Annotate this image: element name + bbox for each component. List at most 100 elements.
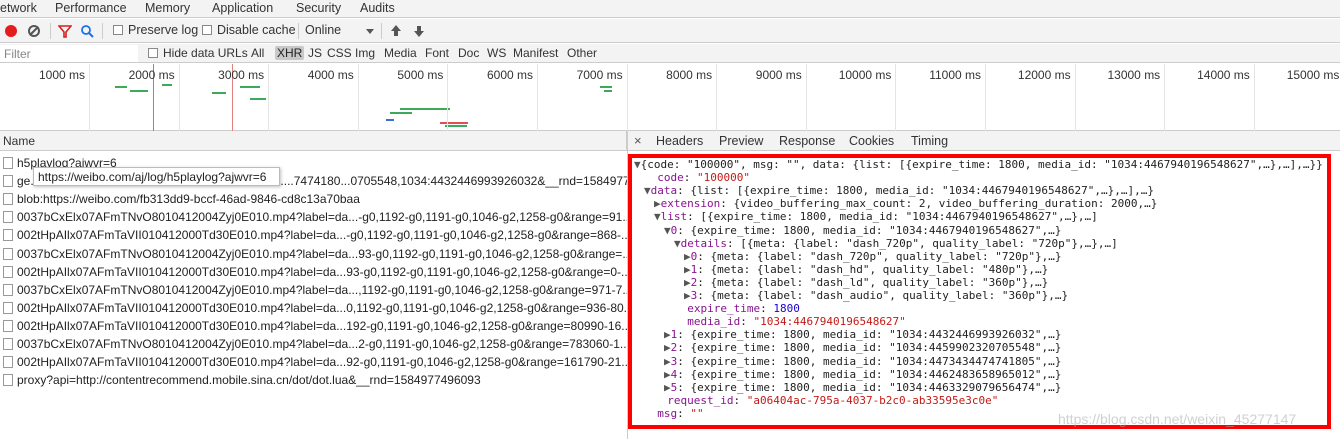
collapsed-triangle-icon[interactable]: ▶ — [684, 289, 691, 302]
json-tree-line[interactable]: ▼list: [{expire_time: 1800, media_id: "1… — [654, 210, 1098, 223]
filter-input[interactable] — [0, 45, 138, 62]
json-tree-line[interactable]: ▼0: {expire_time: 1800, media_id: "1034:… — [664, 224, 1061, 237]
expanded-triangle-icon[interactable]: ▼ — [664, 224, 671, 237]
tab-response[interactable]: Response — [779, 134, 835, 148]
json-tree-line[interactable]: ▼details: [{meta: {label: "dash_720p", q… — [674, 237, 1118, 250]
filter-type-font[interactable]: Font — [425, 46, 449, 60]
disable-cache-checkbox[interactable] — [202, 25, 212, 35]
collapsed-triangle-icon[interactable]: ▶ — [664, 341, 671, 354]
request-row[interactable]: 0037bCxElx07AFmTNvO8010412004Zyj0E010.mp… — [0, 208, 627, 226]
tab-cookies[interactable]: Cookies — [849, 134, 894, 148]
filter-type-manifest[interactable]: Manifest — [513, 46, 558, 60]
collapsed-triangle-icon[interactable]: ▶ — [684, 250, 691, 263]
chevron-down-icon[interactable] — [366, 29, 374, 34]
collapsed-triangle-icon[interactable]: ▶ — [684, 276, 691, 289]
request-bar — [240, 86, 260, 88]
json-tree-line: request_id: "a06404ac-795a-4037-b2c0-ab3… — [654, 394, 998, 407]
expanded-triangle-icon[interactable]: ▼ — [654, 210, 661, 223]
request-name: 002tHpAIlx07AFmTaVII010412000Td30E010.mp… — [17, 355, 627, 370]
tab-audits[interactable]: Audits — [360, 1, 395, 15]
timeline-tick-label: 11000 ms — [929, 68, 981, 82]
preserve-log-label: Preserve log — [128, 23, 199, 37]
file-icon — [3, 319, 13, 332]
request-row[interactable]: 002tHpAIlx07AFmTaVII010412000Td30E010.mp… — [0, 317, 627, 335]
close-icon[interactable]: × — [634, 133, 642, 148]
collapsed-triangle-icon[interactable]: ▶ — [664, 355, 671, 368]
json-tree-line[interactable]: ▶3: {expire_time: 1800, media_id: "1034:… — [664, 355, 1061, 368]
filter-type-all[interactable]: All — [251, 46, 264, 60]
json-tree-line[interactable]: ▼data: {list: [{expire_time: 1800, media… — [644, 184, 1154, 197]
expanded-triangle-icon[interactable]: ▼ — [644, 184, 651, 197]
search-icon[interactable] — [80, 24, 94, 38]
json-value: "a06404ac-795a-4037-b2c0-ab33595e3c0e" — [746, 393, 999, 407]
json-key: request_id — [667, 393, 734, 407]
collapsed-triangle-icon[interactable]: ▶ — [664, 368, 671, 381]
request-row[interactable]: 002tHpAIlx07AFmTaVII010412000Td30E010.mp… — [0, 263, 627, 281]
json-key: code — [657, 171, 684, 185]
tab-preview[interactable]: Preview — [719, 134, 763, 148]
collapsed-triangle-icon[interactable]: ▶ — [684, 263, 691, 276]
filter-type-js[interactable]: JS — [308, 46, 322, 60]
preserve-log-checkbox[interactable] — [113, 25, 123, 35]
json-tree-line[interactable]: ▶1: {expire_time: 1800, media_id: "1034:… — [664, 328, 1061, 341]
json-tree-line[interactable]: ▶3: {meta: {label: "dash_audio", quality… — [684, 289, 1068, 302]
collapsed-triangle-icon[interactable]: ▶ — [664, 381, 671, 394]
file-icon — [3, 301, 13, 314]
tab-security[interactable]: Security — [296, 1, 341, 15]
json-tree-line[interactable]: ▶2: {expire_time: 1800, media_id: "1034:… — [664, 341, 1061, 354]
tab-memory[interactable]: Memory — [145, 1, 190, 15]
network-overview-timeline[interactable]: 1000 ms 2000 ms 3000 ms 4000 ms 5000 ms 6000 … — [0, 64, 1340, 131]
record-icon[interactable] — [5, 25, 17, 37]
export-har-icon[interactable] — [413, 24, 425, 38]
collapsed-triangle-icon[interactable]: ▶ — [654, 197, 661, 210]
request-row[interactable]: blob:https://weibo.com/fb313dd9-bccf-46a… — [0, 190, 627, 208]
request-row[interactable]: proxy?api=http://contentrecommend.mobile… — [0, 371, 627, 389]
file-icon — [3, 356, 13, 369]
tab-timing[interactable]: Timing — [911, 134, 948, 148]
json-separator: : — [677, 367, 691, 381]
request-name: blob:https://weibo.com/fb313dd9-bccf-46a… — [17, 192, 360, 207]
timeline-tick-label: 2000 ms — [128, 68, 175, 82]
tab-application[interactable]: Application — [212, 1, 273, 15]
tab-performance[interactable]: Performance — [55, 1, 127, 15]
tab-network[interactable]: etwork — [0, 1, 37, 15]
request-row[interactable]: 0037bCxElx07AFmTNvO8010412004Zyj0E010.mp… — [0, 335, 627, 353]
import-har-icon[interactable] — [390, 24, 402, 38]
json-separator: : — [677, 223, 691, 237]
json-tree-line[interactable]: ▶extension: {video_buffering_max_count: … — [654, 197, 1157, 210]
timeline-gridline — [447, 64, 449, 131]
json-tree-line[interactable]: ▶2: {meta: {label: "dash_ld", quality_la… — [684, 276, 1048, 289]
expanded-triangle-icon[interactable]: ▼ — [674, 237, 681, 250]
name-column-header[interactable]: Name — [0, 131, 627, 151]
disable-cache-label: Disable cache — [217, 23, 296, 37]
request-row[interactable]: 002tHpAIlx07AFmTaVII010412000Td30E010.mp… — [0, 353, 627, 371]
filter-type-ws[interactable]: WS — [487, 46, 506, 60]
throttle-select[interactable]: Online — [305, 23, 341, 37]
file-icon — [3, 247, 13, 260]
filter-type-css[interactable]: CSS — [327, 46, 352, 60]
json-separator: : — [677, 341, 691, 355]
request-row[interactable]: 002tHpAIlx07AFmTaVII010412000Td30E010.mp… — [0, 299, 627, 317]
json-tree-line[interactable]: ▶5: {expire_time: 1800, media_id: "1034:… — [664, 381, 1061, 394]
json-tree-line[interactable]: ▼{code: "100000", msg: "", data: {list: … — [634, 158, 1323, 171]
clear-icon[interactable] — [28, 25, 40, 37]
json-tree-line[interactable]: ▶0: {meta: {label: "dash_720p", quality_… — [684, 250, 1062, 263]
request-row[interactable]: 0037bCxElx07AFmTNvO8010412004Zyj0E010.mp… — [0, 281, 627, 299]
hide-data-urls-checkbox[interactable] — [148, 48, 158, 58]
filter-type-img[interactable]: Img — [355, 46, 375, 60]
expanded-triangle-icon[interactable]: ▼ — [634, 158, 641, 171]
filter-icon[interactable] — [58, 24, 72, 38]
json-tree-line[interactable]: ▶1: {meta: {label: "dash_hd", quality_la… — [684, 263, 1048, 276]
filter-type-doc[interactable]: Doc — [458, 46, 479, 60]
json-indent-spacer — [674, 315, 687, 328]
request-row[interactable]: 002tHpAIlx07AFmTaVII010412000Td30E010.mp… — [0, 226, 627, 244]
timeline-gridline — [89, 64, 90, 131]
filter-type-xhr[interactable]: XHR — [275, 46, 305, 60]
json-tree-line[interactable]: ▶4: {expire_time: 1800, media_id: "1034:… — [664, 368, 1061, 381]
collapsed-triangle-icon[interactable]: ▶ — [664, 328, 671, 341]
tab-headers[interactable]: Headers — [656, 134, 703, 148]
divider — [381, 23, 382, 39]
request-row[interactable]: 0037bCxElx07AFmTNvO8010412004Zyj0E010.mp… — [0, 245, 627, 263]
filter-type-media[interactable]: Media — [384, 46, 417, 60]
filter-type-other[interactable]: Other — [567, 46, 597, 60]
